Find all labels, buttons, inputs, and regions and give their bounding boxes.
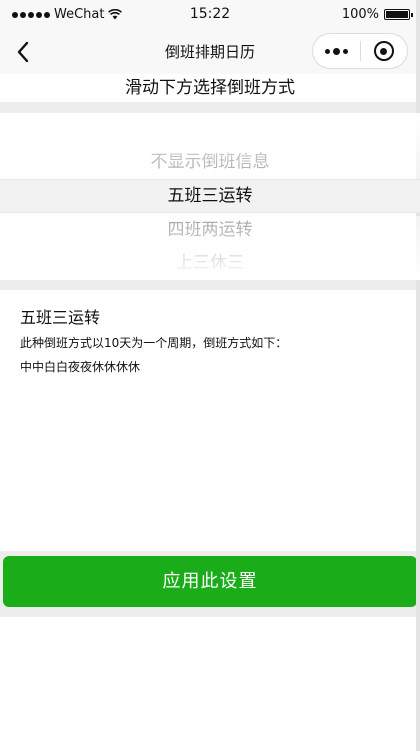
divider <box>0 280 420 290</box>
picker-option[interactable]: 四班两运转 <box>0 213 420 247</box>
main-content: 滑动下方选择倒班方式 不显示倒班信息 五班三运转 四班两运转 上三休三 五班三运… <box>0 74 420 751</box>
picker-option[interactable]: 不显示倒班信息 <box>0 145 420 179</box>
more-button[interactable] <box>313 34 360 68</box>
battery-percent: 100% <box>341 7 379 22</box>
divider <box>0 102 420 113</box>
battery-icon <box>384 9 413 20</box>
target-circle-icon <box>373 41 394 61</box>
picker-option-selected[interactable]: 五班三运转 <box>0 179 420 213</box>
mini-program-capsule <box>312 33 408 69</box>
apply-area: 应用此设置 <box>0 551 420 617</box>
description-title: 五班三运转 <box>20 308 101 327</box>
shift-pattern: 中中白白夜夜休休休休 <box>20 360 141 374</box>
shift-description: 五班三运转 此种倒班方式以10天为一个周期，倒班方式如下： 中中白白夜夜休休休休 <box>20 306 400 375</box>
picker-option[interactable]: 上三休三 <box>0 246 420 280</box>
instruction-heading: 滑动下方选择倒班方式 <box>125 78 295 98</box>
battery-status: 100% <box>341 7 413 22</box>
more-dot <box>333 47 340 55</box>
description-text: 此种倒班方式以10天为一个周期，倒班方式如下： <box>20 336 288 350</box>
more-dot <box>343 48 348 54</box>
apply-settings-button[interactable]: 应用此设置 <box>3 556 417 607</box>
screen: WeChat 15:22 100% 倒班排期日历 滑动下方选择倒班方式 不显示倒… <box>0 0 420 751</box>
battery-level <box>386 11 408 18</box>
shift-type-picker[interactable]: 不显示倒班信息 五班三运转 四班两运转 上三休三 <box>0 113 420 280</box>
edge-shadow <box>416 0 420 751</box>
navigation-bar: 倒班排期日历 <box>0 30 420 74</box>
more-dots-icon <box>325 48 330 54</box>
status-bar: WeChat 15:22 100% <box>0 0 420 30</box>
close-button[interactable] <box>361 34 407 68</box>
